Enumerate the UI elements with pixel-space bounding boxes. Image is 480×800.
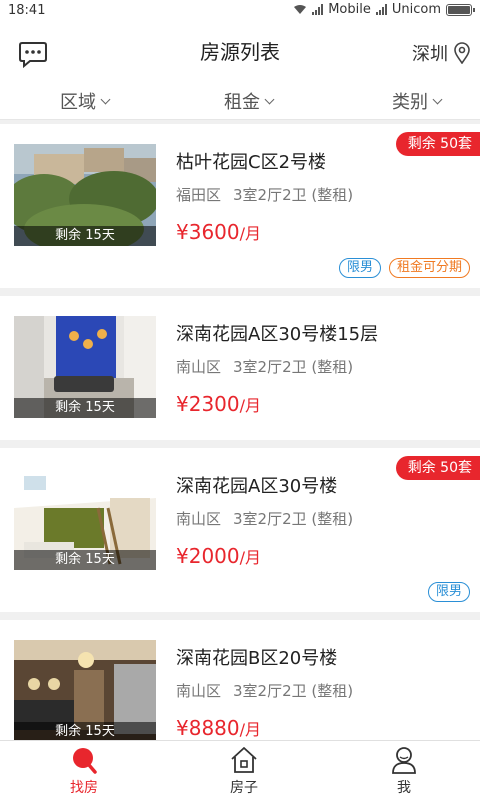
- signal-icon-2: [375, 4, 387, 15]
- price-unit: /月: [239, 720, 262, 739]
- listing-photo: 剩余 15天: [14, 316, 156, 418]
- price-amount: 8880: [188, 716, 240, 740]
- listing-list: 剩余 15天 剩余 50套 枯叶花园C区2号楼 福田区 3室2厅2卫 (整租) ¥…: [0, 124, 480, 740]
- remaining-days: 剩余 15天: [14, 398, 156, 418]
- listing-title: 枯叶花园C区2号楼: [176, 152, 327, 173]
- chevron-down-icon: [432, 94, 443, 105]
- filter-bar: 区域 租金 类别: [0, 82, 480, 120]
- listing-meta: 南山区 3室2厅2卫 (整租): [176, 680, 353, 701]
- filter-area-label: 区域: [60, 92, 96, 113]
- location-pin-icon: [454, 42, 470, 64]
- filter-rent[interactable]: 租金: [224, 88, 275, 114]
- listing-district: 南山区: [176, 682, 222, 700]
- listing-title: 深南花园A区30号楼: [176, 476, 338, 497]
- listing-meta: 福田区 3室2厅2卫 (整租): [176, 184, 353, 205]
- listing-title: 深南花园B区20号楼: [176, 648, 338, 669]
- chevron-down-icon: [264, 94, 275, 105]
- listing-card[interactable]: 剩余 15天 剩余 50套 枯叶花园C区2号楼 福田区 3室2厅2卫 (整租) ¥…: [0, 124, 480, 288]
- bottom-nav: 找房 房子 我: [0, 740, 480, 800]
- status-indicators: Mobile Unicom: [293, 2, 475, 17]
- listing-tags: 限男: [427, 582, 470, 602]
- battery-icon: [446, 3, 475, 16]
- listing-photo: 剩余 15天: [14, 640, 156, 740]
- remaining-units-badge: 剩余 50套: [395, 132, 480, 156]
- wifi-icon: [294, 5, 307, 14]
- listing-card[interactable]: 剩余 15天 深南花园A区30号楼15层 南山区 3室2厅2卫 (整租) ¥230…: [0, 296, 480, 460]
- price-symbol: ¥: [176, 716, 189, 740]
- listing-layout: 3室2厅2卫 (整租): [233, 358, 354, 376]
- price-amount: 2000: [188, 544, 240, 568]
- remaining-days: 剩余 15天: [14, 722, 156, 740]
- listing-district: 南山区: [176, 510, 222, 528]
- price-amount: 2300: [188, 392, 240, 416]
- remaining-units-badge: 剩余 50套: [395, 456, 480, 480]
- price-unit: /月: [239, 224, 262, 243]
- listing-price: ¥8880/月: [176, 716, 261, 740]
- listing-meta: 南山区 3室2厅2卫 (整租): [176, 356, 353, 377]
- listing-card[interactable]: 剩余 15天 深南花园B区20号楼 南山区 3室2厅2卫 (整租) ¥8880/月: [0, 620, 480, 740]
- listing-meta: 南山区 3室2厅2卫 (整租): [176, 508, 353, 529]
- search-house-icon: [73, 748, 97, 774]
- nav-find-house[interactable]: 找房: [44, 745, 124, 797]
- listing-photo: 剩余 15天: [14, 144, 156, 246]
- listing-district: 福田区: [176, 186, 222, 204]
- price-symbol: ¥: [176, 544, 189, 568]
- remaining-days: 剩余 15天: [14, 226, 156, 246]
- remaining-days: 剩余 15天: [14, 550, 156, 570]
- signal-icon: [312, 4, 324, 15]
- app-header: 房源列表 深圳: [0, 22, 480, 82]
- listing-district: 南山区: [176, 358, 222, 376]
- listing-layout: 3室2厅2卫 (整租): [233, 186, 354, 204]
- listing-layout: 3室2厅2卫 (整租): [233, 682, 354, 700]
- divider: [0, 612, 480, 620]
- price-unit: /月: [239, 548, 262, 567]
- nav-house[interactable]: 房子: [204, 745, 284, 797]
- page-title: 房源列表: [200, 40, 280, 64]
- nav-me[interactable]: 我: [364, 745, 444, 797]
- listing-price: ¥2000/月: [176, 544, 261, 568]
- tag-installment: 租金可分期: [388, 258, 470, 278]
- house-icon: [231, 747, 257, 773]
- filter-rent-label: 租金: [224, 92, 260, 113]
- listing-tags: 限男 租金可分期: [338, 258, 470, 278]
- city-label: 深圳: [412, 44, 448, 65]
- price-symbol: ¥: [176, 220, 189, 244]
- price-amount: 3600: [188, 220, 240, 244]
- filter-category[interactable]: 类别: [392, 88, 443, 114]
- status-bar: 18:41 Mobile Unicom: [0, 0, 480, 22]
- listing-layout: 3室2厅2卫 (整租): [233, 510, 354, 528]
- price-unit: /月: [239, 396, 262, 415]
- filter-category-label: 类别: [392, 92, 428, 113]
- price-symbol: ¥: [176, 392, 189, 416]
- divider: [0, 288, 480, 296]
- tag-male-only: 限男: [427, 582, 470, 602]
- nav-find-house-label: 找房: [70, 780, 98, 796]
- person-icon: [392, 747, 416, 774]
- listing-price: ¥2300/月: [176, 392, 261, 416]
- listing-price: ¥3600/月: [176, 220, 261, 244]
- carrier-2: Unicom: [391, 2, 441, 17]
- filter-area[interactable]: 区域: [60, 88, 111, 114]
- nav-me-label: 我: [397, 780, 411, 796]
- carrier-1: Mobile: [328, 2, 371, 17]
- listing-card[interactable]: 剩余 15天 剩余 50套 深南花园A区30号楼 南山区 3室2厅2卫 (整租) …: [0, 448, 480, 612]
- tag-male-only: 限男: [338, 258, 381, 278]
- status-time: 18:41: [8, 3, 46, 18]
- city-selector[interactable]: 深圳: [412, 40, 470, 66]
- listing-title: 深南花园A区30号楼15层: [176, 324, 379, 345]
- chevron-down-icon: [100, 94, 111, 105]
- listing-photo: 剩余 15天: [14, 468, 156, 570]
- nav-house-label: 房子: [230, 780, 258, 796]
- divider: [0, 440, 480, 448]
